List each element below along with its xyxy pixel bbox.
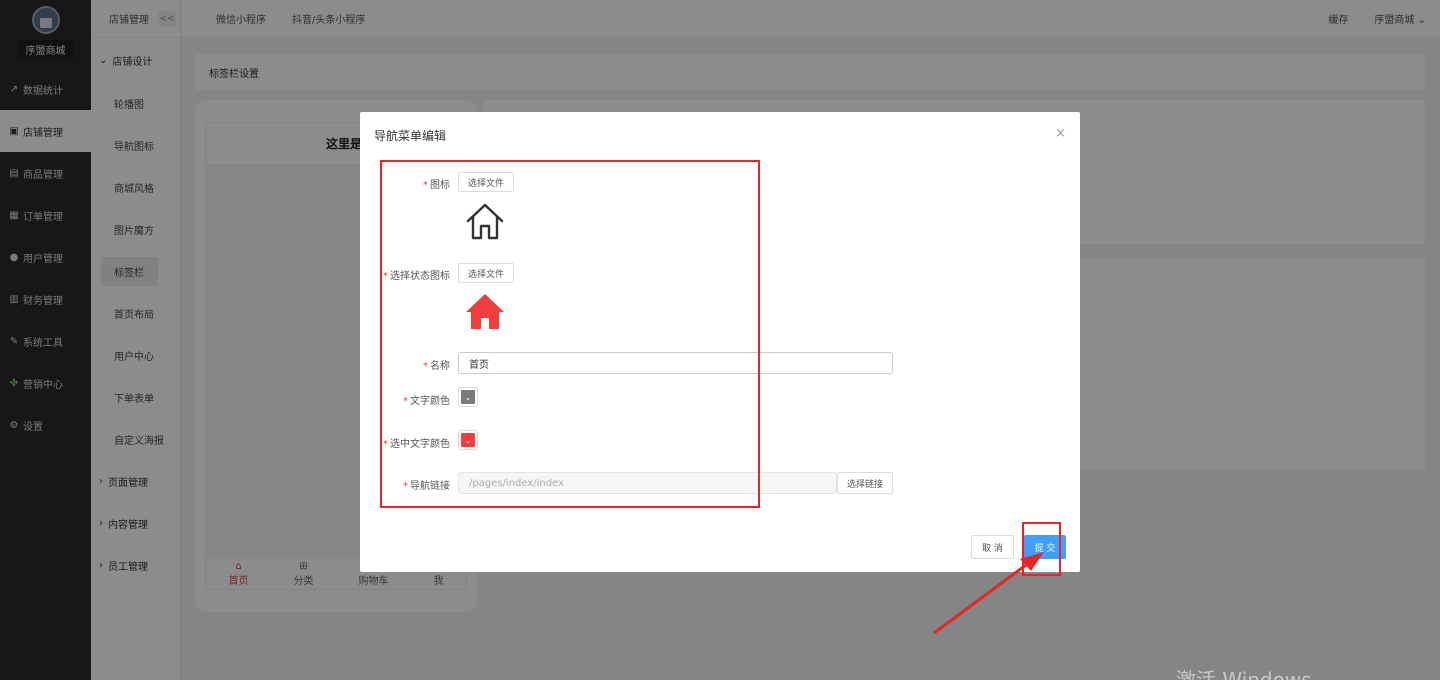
annotation-arrow-icon bbox=[933, 552, 1044, 635]
windows-activation-watermark: 激活 Windows bbox=[1176, 668, 1312, 680]
